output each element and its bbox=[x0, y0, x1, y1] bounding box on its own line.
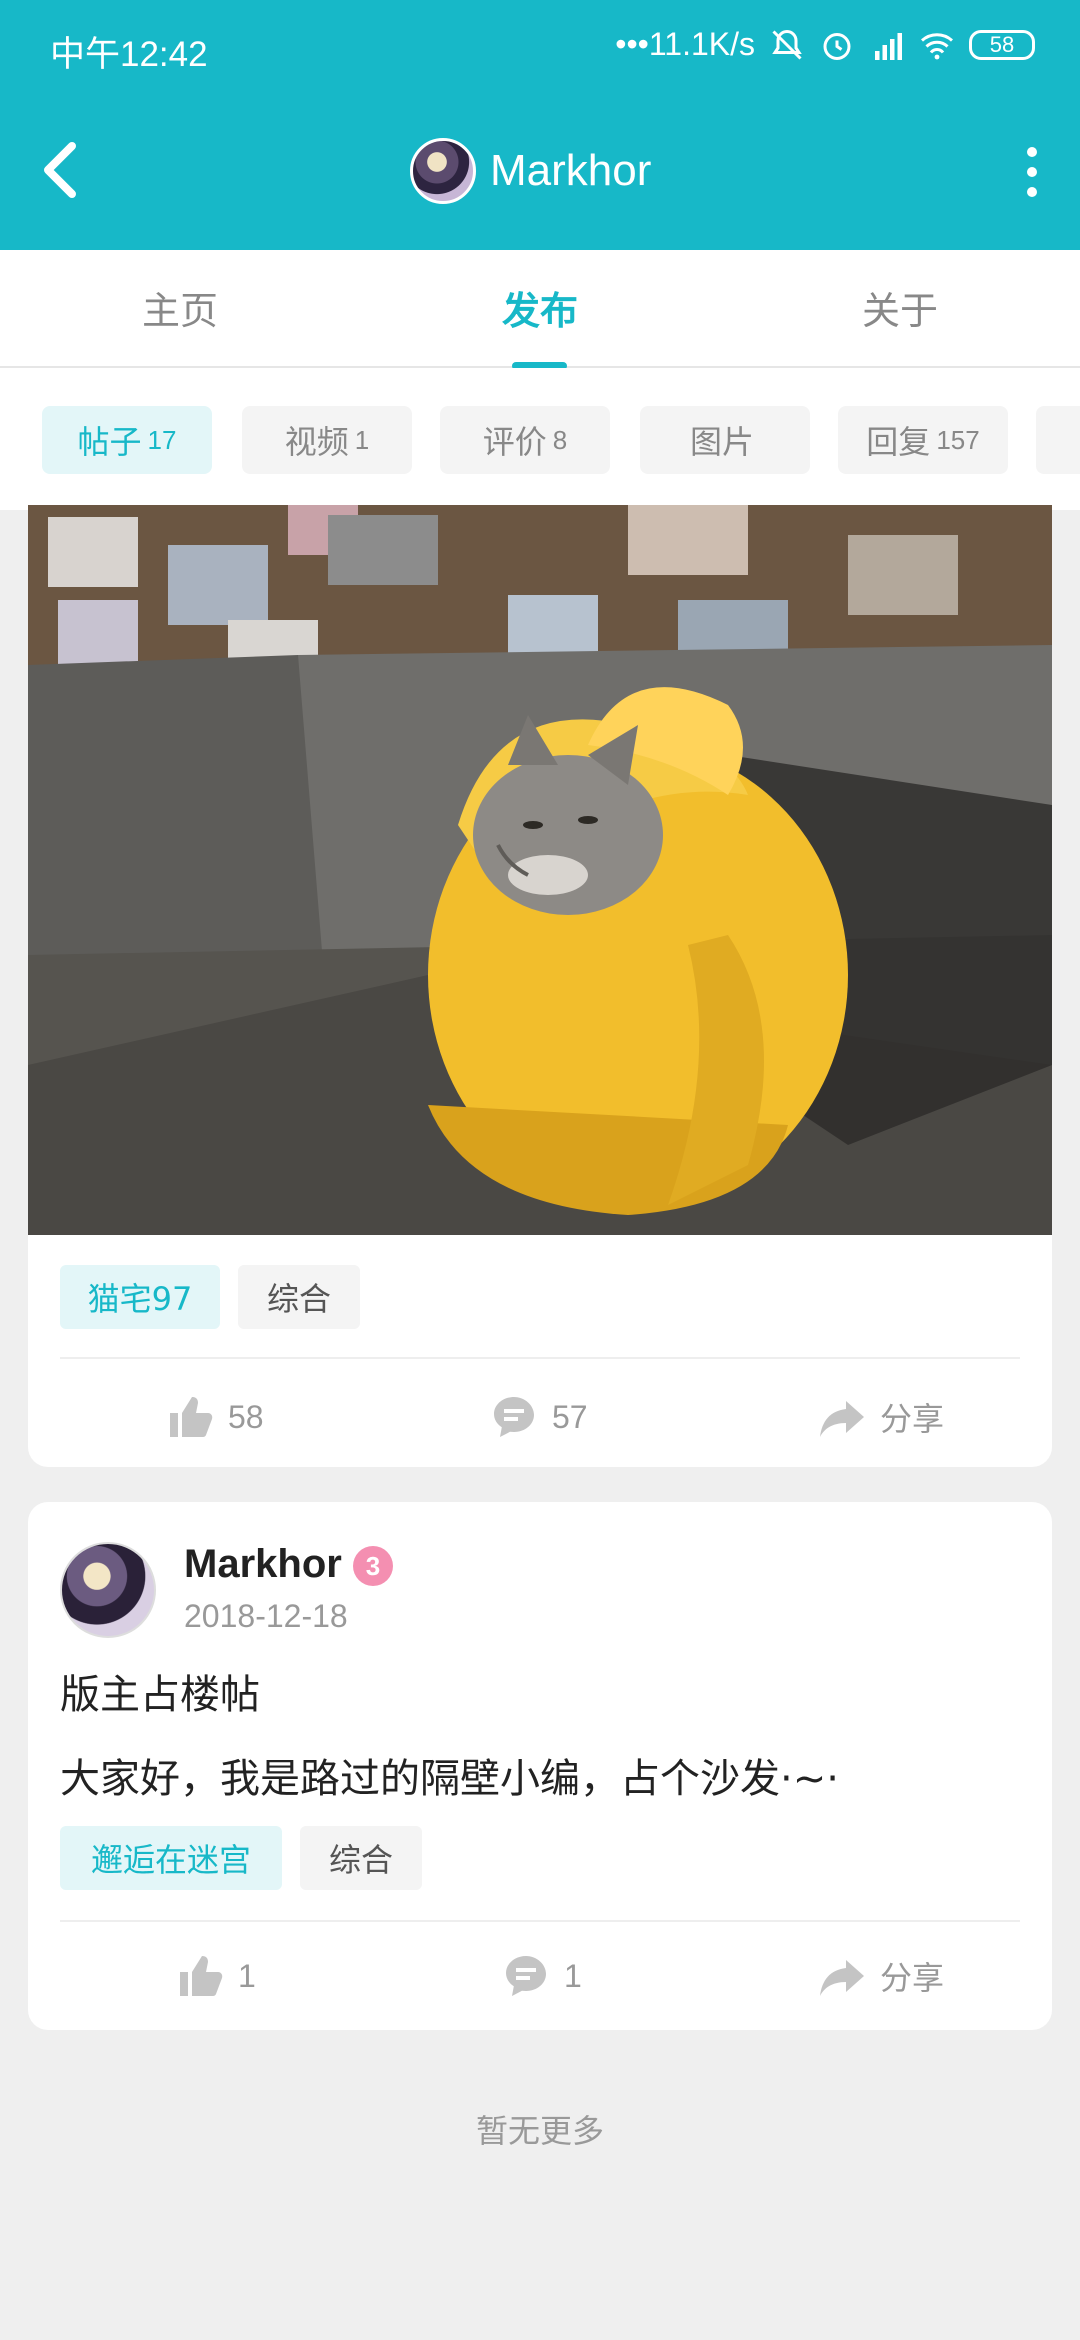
alarm-icon bbox=[823, 32, 851, 60]
mute-bell-icon bbox=[772, 29, 802, 60]
divider bbox=[60, 1920, 1020, 1922]
filter-more-partial[interactable] bbox=[1036, 406, 1080, 474]
avatar[interactable] bbox=[60, 1542, 156, 1638]
post-image bbox=[28, 505, 1052, 1235]
thumbs-up-icon bbox=[180, 1956, 223, 1996]
filter-reviews[interactable]: 评价 8 bbox=[440, 406, 610, 474]
filter-count: 157 bbox=[936, 424, 980, 455]
post-card[interactable]: 猫宅97 综合 58 57 分享 bbox=[28, 505, 1052, 1467]
share-button[interactable]: 分享 bbox=[818, 1393, 944, 1441]
post-body[interactable]: 大家好，我是路过的隔壁小编，占个沙发·~· bbox=[60, 1746, 839, 1804]
filter-label: 视频 bbox=[284, 423, 349, 461]
filter-label: 评价 bbox=[482, 423, 547, 461]
filter-images[interactable]: 图片 bbox=[640, 406, 810, 474]
network-speed: •••11.1K/s bbox=[615, 26, 755, 62]
hd-signal-icon bbox=[875, 32, 902, 60]
comment-button[interactable]: 1 bbox=[502, 1952, 582, 2000]
tag-category[interactable]: 综合 bbox=[238, 1265, 360, 1329]
filter-count: 17 bbox=[147, 424, 177, 455]
post-card[interactable]: Markhor 3 2018-12-18 版主占楼帖 大家好，我是路过的隔壁小编… bbox=[28, 1502, 1052, 2030]
tab-publish[interactable]: 发布 bbox=[502, 280, 578, 335]
tag-forum[interactable]: 猫宅97 bbox=[60, 1265, 220, 1329]
comment-button[interactable]: 57 bbox=[490, 1393, 588, 1441]
share-label: 分享 bbox=[880, 1959, 945, 1997]
chevron-left-icon[interactable] bbox=[40, 140, 80, 200]
divider bbox=[60, 1357, 1020, 1359]
comment-icon bbox=[506, 1956, 546, 1996]
comment-count: 1 bbox=[564, 1957, 582, 1994]
cat-in-yellow-banana-bed-photo[interactable] bbox=[28, 505, 1052, 1235]
level-badge-icon: 3 bbox=[353, 1546, 393, 1586]
author-name[interactable]: Markhor bbox=[184, 1542, 342, 1587]
profile-tabs: 主页 发布 关于 bbox=[0, 250, 1080, 370]
tab-about[interactable]: 关于 bbox=[862, 280, 938, 335]
filter-label: 图片 bbox=[689, 423, 754, 461]
profile-title: Markhor bbox=[410, 138, 651, 204]
tab-home[interactable]: 主页 bbox=[142, 280, 218, 335]
filter-replies[interactable]: 回复 157 bbox=[838, 406, 1008, 474]
share-button[interactable]: 分享 bbox=[818, 1952, 944, 2000]
share-label: 分享 bbox=[880, 1400, 945, 1438]
app-header: 中午12:42 •••11.1K/s 58 Markhor bbox=[0, 0, 1080, 250]
share-arrow-icon bbox=[820, 1401, 864, 1437]
status-icons: •••11.1K/s 58 bbox=[615, 26, 1035, 63]
wifi-icon bbox=[921, 32, 953, 59]
like-button[interactable]: 58 bbox=[166, 1393, 264, 1441]
status-time: 中午12:42 bbox=[50, 35, 208, 74]
content-filter-bar: 帖子 17 视频 1 评价 8 图片 回复 157 bbox=[0, 368, 1080, 510]
like-count: 58 bbox=[228, 1398, 264, 1435]
page-title: Markhor bbox=[490, 146, 652, 195]
more-vertical-icon[interactable] bbox=[1024, 145, 1040, 199]
post-title[interactable]: 版主占楼帖 bbox=[60, 1662, 260, 1720]
thumbs-up-icon bbox=[170, 1397, 213, 1437]
filter-posts[interactable]: 帖子 17 bbox=[42, 406, 212, 474]
nav-bar: Markhor bbox=[0, 100, 1080, 250]
like-count: 1 bbox=[238, 1957, 256, 1994]
tag-forum[interactable]: 邂逅在迷宫 bbox=[60, 1826, 282, 1890]
comment-count: 57 bbox=[552, 1398, 588, 1435]
status-bar: 中午12:42 •••11.1K/s 58 bbox=[0, 0, 1080, 100]
post-date: 2018-12-18 bbox=[184, 1598, 348, 1634]
like-button[interactable]: 1 bbox=[176, 1952, 256, 2000]
filter-count: 8 bbox=[552, 424, 568, 455]
filter-videos[interactable]: 视频 1 bbox=[242, 406, 412, 474]
filter-label: 帖子 bbox=[77, 423, 142, 461]
comment-icon bbox=[494, 1397, 534, 1437]
no-more-text: 暂无更多 bbox=[475, 2112, 604, 2150]
tag-category[interactable]: 综合 bbox=[300, 1826, 422, 1890]
share-arrow-icon bbox=[820, 1960, 864, 1996]
battery-icon: 58 bbox=[969, 29, 1035, 60]
filter-label: 回复 bbox=[866, 423, 931, 461]
avatar bbox=[410, 138, 476, 204]
filter-count: 1 bbox=[354, 424, 370, 455]
